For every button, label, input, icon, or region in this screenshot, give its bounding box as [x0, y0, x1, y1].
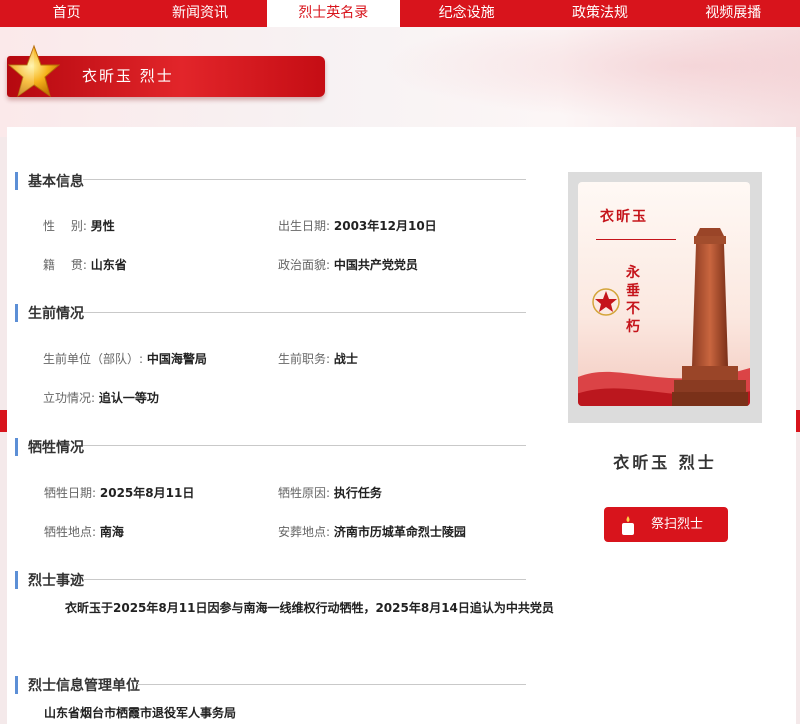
field-label: 立功情况: [43, 391, 96, 405]
section-title: 烈士信息管理单位 [28, 678, 140, 694]
field-label: 籍 贯: [43, 258, 87, 272]
field-origin: 籍 贯: 山东省 [43, 256, 127, 273]
section-title: 烈士事迹 [28, 573, 84, 589]
field-label: 牺牲原因: [278, 486, 331, 500]
section-marker [15, 304, 18, 322]
red-star-icon [592, 288, 620, 316]
section-marker [15, 438, 18, 456]
section-sacrifice-info: 牺牲情况 [15, 438, 84, 456]
field-value: 中国海警局 [146, 352, 207, 366]
field-sacrifice-date: 牺牲日期: 2025年8月11日 [44, 484, 194, 501]
management-org: 山东省烟台市栖霞市退役军人事务局 [44, 706, 237, 720]
field-value: 2003年12月10日 [333, 219, 437, 233]
section-marker [15, 172, 18, 190]
field-label: 出生日期: [278, 219, 331, 233]
star-icon [8, 44, 60, 98]
field-post: 生前职务: 战士 [278, 350, 358, 367]
banner-title: 衣昕玉 烈士 [82, 67, 174, 85]
profile-card: 基本信息 性 别: 男性 出生日期: 2003年12月10日 籍 贯: 山东省 … [7, 127, 796, 724]
field-value: 男性 [90, 219, 115, 233]
section-title: 生前情况 [28, 306, 84, 322]
portrait-name: 衣昕玉 [600, 209, 648, 225]
deeds-text: 衣昕玉于2025年8月11日因参与南海一线维权行动牺牲，2025年8月14日追认… [65, 601, 554, 615]
field-political-status: 政治面貌: 中国共产党党员 [278, 256, 418, 273]
field-unit: 生前单位（部队）: 中国海警局 [43, 350, 207, 367]
portrait-motto: 永垂不朽 [626, 265, 640, 335]
section-marker [15, 676, 18, 694]
field-label: 牺牲地点: [44, 525, 97, 539]
top-nav: 首页 新闻资讯 烈士英名录 纪念设施 政策法规 视频展播 [0, 0, 800, 27]
nav-item-martyr-roll[interactable]: 烈士英名录 [266, 0, 400, 27]
section-divider [83, 179, 526, 180]
field-value: 山东省 [90, 258, 127, 272]
field-birth-date: 出生日期: 2003年12月10日 [278, 217, 437, 234]
section-title: 牺牲情况 [28, 440, 84, 456]
section-deeds: 烈士事迹 [15, 571, 84, 589]
field-value: 战士 [333, 352, 358, 366]
field-value: 中国共产党党员 [333, 258, 418, 272]
section-divider [83, 445, 526, 446]
field-value: 追认一等功 [98, 391, 159, 405]
field-value: 执行任务 [333, 486, 382, 500]
portrait-frame: 衣昕玉 永垂不朽 [568, 172, 762, 423]
monument-icon [672, 228, 748, 406]
field-label: 生前单位（部队）: [43, 352, 144, 366]
field-merit: 立功情况: 追认一等功 [43, 389, 159, 406]
section-basic-info: 基本信息 [15, 172, 84, 190]
field-burial-place: 安葬地点: 济南市历城革命烈士陵园 [278, 523, 466, 540]
candle-icon [622, 516, 634, 535]
field-label: 安葬地点: [278, 525, 331, 539]
nav-item-videos[interactable]: 视频展播 [667, 0, 800, 27]
nav-item-news[interactable]: 新闻资讯 [133, 0, 266, 27]
section-life-info: 生前情况 [15, 304, 84, 322]
field-gender: 性 别: 男性 [43, 217, 115, 234]
portrait-divider [596, 239, 676, 240]
field-sacrifice-place: 牺牲地点: 南海 [44, 523, 124, 540]
field-value: 南海 [99, 525, 124, 539]
tribute-button-label: 祭扫烈士 [651, 517, 704, 532]
field-label: 生前职务: [278, 352, 331, 366]
nav-item-memorial-facilities[interactable]: 纪念设施 [400, 0, 533, 27]
tribute-button[interactable]: 祭扫烈士 [604, 507, 728, 542]
field-label: 牺牲日期: [44, 486, 97, 500]
field-value: 济南市历城革命烈士陵园 [333, 525, 466, 539]
nav-item-home[interactable]: 首页 [0, 0, 133, 27]
section-title: 基本信息 [28, 174, 84, 190]
field-label: 性 别: [43, 219, 87, 233]
section-divider [83, 579, 526, 580]
field-label: 政治面貌: [278, 258, 331, 272]
section-divider [137, 684, 526, 685]
nav-item-policies[interactable]: 政策法规 [533, 0, 666, 27]
header-decoration [380, 30, 800, 120]
field-sacrifice-cause: 牺牲原因: 执行任务 [278, 484, 382, 501]
portrait-image: 衣昕玉 永垂不朽 [578, 182, 750, 406]
martyr-name: 衣昕玉 烈士 [613, 453, 717, 472]
section-marker [15, 571, 18, 589]
section-divider [83, 312, 526, 313]
section-management: 烈士信息管理单位 [15, 676, 140, 694]
field-value: 2025年8月11日 [99, 486, 195, 500]
